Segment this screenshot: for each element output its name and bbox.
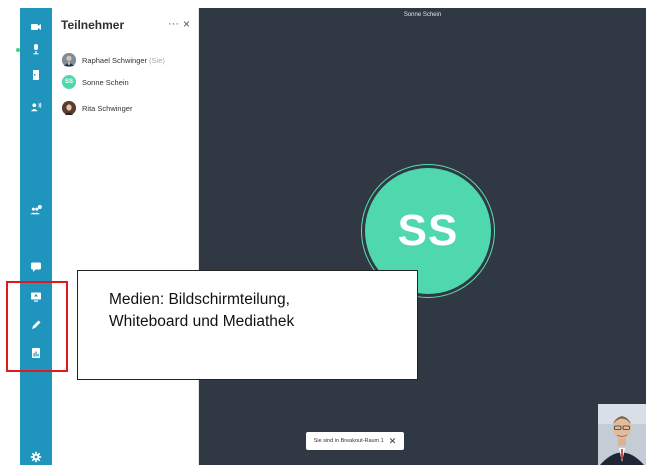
group-talk-icon[interactable]	[20, 98, 52, 116]
close-icon[interactable]: ×	[183, 17, 190, 31]
annotation-callout: Medien: Bildschirmteilung, Whiteboard un…	[77, 270, 418, 380]
stage-title: Sonne Schein	[403, 12, 442, 18]
participant-name: Raphael Schwinger	[82, 55, 148, 65]
callout-line-1: Medien: Bildschirmteilung,	[109, 291, 290, 308]
breakout-text: Sie sind in Breakout-Raum 1	[313, 438, 384, 444]
avatar	[62, 53, 76, 67]
door-icon[interactable]	[20, 66, 52, 84]
camera-icon[interactable]	[20, 18, 52, 36]
microphone-icon[interactable]	[20, 40, 52, 58]
self-view-video[interactable]	[598, 404, 646, 465]
media-tools-highlight	[6, 281, 68, 372]
participant-item[interactable]: Raphael Schwinger (Sie)	[62, 52, 165, 68]
avatar	[62, 101, 76, 115]
participants-panel: Teilnehmer ··· × Raphael Schwinger (Sie)…	[52, 8, 199, 465]
more-options-icon[interactable]: ···	[168, 18, 179, 30]
breakout-users-icon[interactable]	[20, 201, 52, 219]
mic-active-indicator	[16, 48, 20, 52]
gear-icon[interactable]	[20, 448, 52, 465]
avatar: SS	[62, 75, 76, 89]
video-stage: Sonne Schein SS Sie sind in Breakout-Rau…	[199, 8, 646, 465]
participant-item[interactable]: SS Sonne Schein	[62, 74, 129, 90]
side-toolbar	[16, 8, 52, 465]
callout-line-2: Whiteboard und Mediathek	[109, 313, 295, 330]
close-icon[interactable]: ✕	[389, 436, 397, 446]
breakout-notice: Sie sind in Breakout-Raum 1 ✕	[306, 432, 404, 450]
chat-icon[interactable]	[20, 258, 52, 276]
participant-item[interactable]: Rita Schwinger	[62, 100, 132, 116]
participant-name: Sonne Schein	[82, 77, 129, 87]
participant-name: Rita Schwinger	[82, 103, 133, 113]
self-marker: (Sie)	[149, 55, 165, 65]
panel-title: Teilnehmer	[61, 18, 125, 32]
